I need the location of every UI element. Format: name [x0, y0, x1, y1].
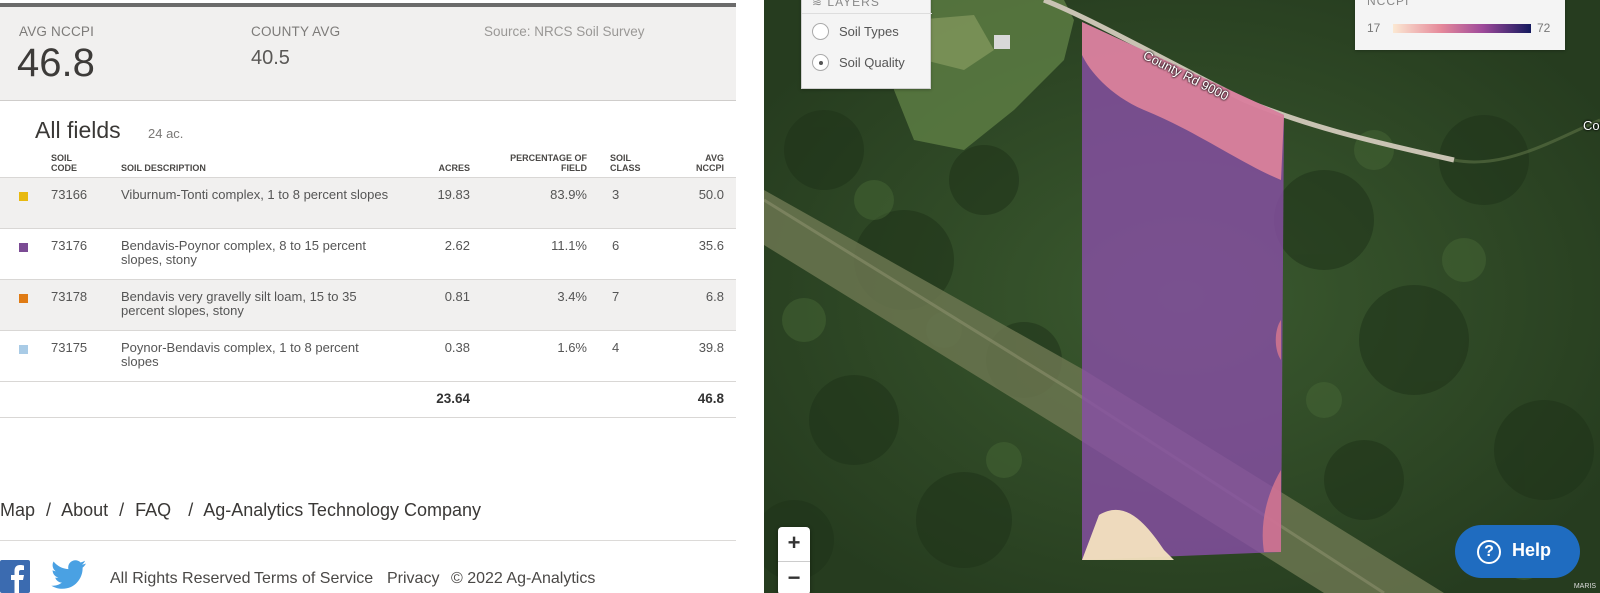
privacy-link[interactable]: Privacy [387, 570, 439, 588]
layers-icon: ≋ [812, 0, 828, 9]
nccpi-legend: NCCPI 17 72 [1355, 0, 1565, 50]
satellite-map[interactable]: County Rd 9000 Co ≋ LAYERS Soil Types So… [764, 0, 1600, 593]
soil-class-cell: 7 [612, 289, 620, 304]
soil-description-cell: Bendavis very gravelly silt loam, 15 to … [121, 289, 357, 318]
nccpi-cell: 6.8 [705, 289, 724, 304]
acres-cell: 0.81 [444, 289, 470, 304]
header-soil-class: SOIL CLASS [610, 153, 641, 173]
soil-quality-label[interactable]: Soil Quality [839, 55, 905, 70]
footer-separator: / [46, 500, 52, 520]
soil-code-cell: 73166 [51, 187, 88, 202]
soil-types-label[interactable]: Soil Types [839, 24, 899, 39]
soil-color-swatch [19, 294, 28, 303]
footer-separator: / [119, 500, 125, 520]
footer-link-about[interactable]: About [61, 500, 108, 520]
layers-panel: ≋ LAYERS Soil Types Soil Quality [801, 0, 932, 89]
legend-max: 72 [1537, 21, 1551, 35]
soil-types-radio[interactable] [812, 23, 829, 40]
nccpi-cell: 35.6 [698, 238, 724, 253]
soil-class-cell: 3 [612, 187, 620, 202]
table-row[interactable]: 73178 Bendavis very gravelly silt loam, … [0, 279, 736, 330]
soil-code-cell: 73175 [51, 340, 88, 355]
header-avg-nccpi: AVG NCCPI [695, 153, 724, 173]
source-text: Source: NRCS Soil Survey [484, 24, 645, 39]
header-soil-code: SOIL CODE [51, 153, 78, 173]
help-label: Help [1512, 540, 1552, 560]
soil-code-cell: 73178 [51, 289, 88, 304]
soil-class-cell: 4 [612, 340, 620, 355]
county-avg-label: COUNTY AVG [251, 24, 341, 39]
zoom-out-button[interactable]: − [778, 562, 810, 593]
question-icon: ? [1477, 540, 1501, 564]
soil-description-cell: Viburnum-Tonti complex, 1 to 8 percent s… [121, 187, 389, 202]
soil-code-cell: 73176 [51, 238, 88, 253]
road-label-partial: Co [1583, 118, 1600, 133]
twitter-icon[interactable] [51, 560, 87, 593]
footer-link-company[interactable]: Ag-Analytics Technology Company [203, 500, 481, 520]
soil-color-swatch [19, 243, 28, 252]
percentage-cell: 83.9% [550, 187, 587, 202]
table-row[interactable]: 73166 Viburnum-Tonti complex, 1 to 8 per… [0, 177, 736, 228]
table-row[interactable]: 73175 Poynor-Bendavis complex, 1 to 8 pe… [0, 330, 736, 381]
stats-header: AVG NCCPI 46.8 COUNTY AVG 40.5 Source: N… [0, 7, 736, 101]
header-soil-description: SOIL DESCRIPTION [121, 163, 206, 173]
fields-acres: 24 ac. [148, 126, 184, 141]
acres-cell: 19.83 [437, 187, 470, 202]
zoom-in-button[interactable]: + [778, 527, 810, 560]
footer-nav: Map / About / FAQ / Ag-Analytics Technol… [0, 500, 487, 521]
footer-separator: / [188, 500, 194, 520]
soil-color-swatch [19, 345, 28, 354]
soil-quality-radio[interactable] [812, 54, 829, 71]
layers-title: ≋ LAYERS [812, 0, 880, 9]
fields-title: All fields [35, 117, 121, 143]
soil-description-cell: Poynor-Bendavis complex, 1 to 8 percent … [121, 340, 359, 369]
acres-cell: 2.62 [444, 238, 470, 253]
copyright-text: © 2022 Ag-Analytics [451, 570, 596, 587]
avg-nccpi-label: AVG NCCPI [19, 24, 95, 39]
table-total-row: 23.64 46.8 [0, 381, 736, 418]
table-row[interactable]: 73176 Bendavis-Poynor complex, 8 to 15 p… [0, 228, 736, 279]
soil-report-panel: AVG NCCPI 46.8 COUNTY AVG 40.5 Source: N… [0, 0, 736, 593]
rights-text: All Rights Reserved [110, 570, 251, 587]
county-avg-value: 40.5 [251, 47, 290, 69]
map-attribution: MARIS [1573, 583, 1596, 590]
footer-link-map[interactable]: Map [0, 500, 35, 520]
header-percentage: PERCENTAGE OF FIELD [510, 153, 587, 173]
acres-cell: 0.38 [444, 340, 470, 355]
layers-divider [802, 13, 932, 14]
footer-link-faq[interactable]: FAQ [135, 500, 171, 520]
help-button[interactable]: ? Help [1455, 525, 1580, 578]
soil-class-cell: 6 [612, 238, 620, 253]
footer-divider [0, 540, 736, 541]
percentage-cell: 1.6% [557, 340, 587, 355]
total-acres: 23.64 [436, 391, 470, 406]
legend-min: 17 [1367, 21, 1381, 35]
avg-nccpi-value: 46.8 [17, 41, 95, 85]
soil-color-swatch [19, 192, 28, 201]
percentage-cell: 11.1% [551, 238, 587, 253]
facebook-icon[interactable] [0, 560, 30, 593]
header-acres: ACRES [438, 163, 470, 173]
legend-title: NCCPI [1367, 0, 1410, 8]
legend-color-bar [1393, 24, 1531, 33]
total-nccpi: 46.8 [697, 391, 724, 406]
percentage-cell: 3.4% [557, 289, 587, 304]
nccpi-cell: 50.0 [698, 187, 724, 202]
soil-description-cell: Bendavis-Poynor complex, 8 to 15 percent… [121, 238, 366, 267]
nccpi-cell: 39.8 [698, 340, 724, 355]
terms-link[interactable]: Terms of Service [254, 570, 373, 588]
zoom-control: + − [778, 527, 810, 593]
